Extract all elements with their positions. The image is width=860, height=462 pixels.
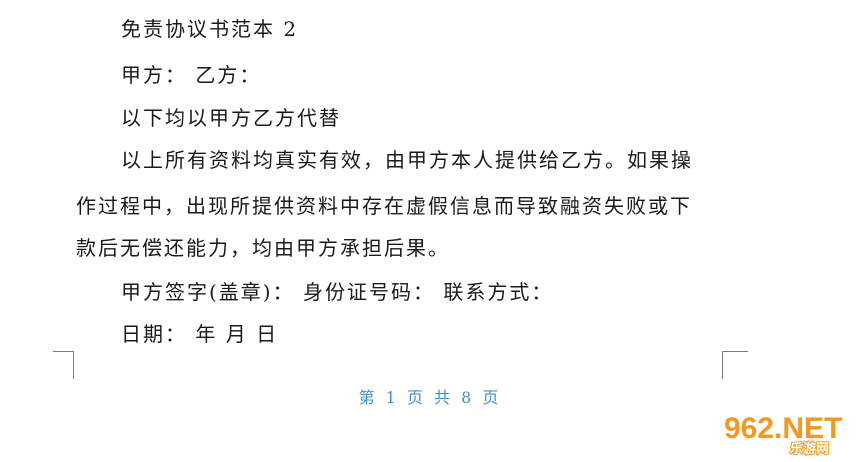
logo-sub-text: 乐游网: [790, 441, 829, 456]
page-footer: 第 1 页 共 8 页: [358, 388, 502, 407]
parties-line: 甲方： 乙方：: [121, 63, 262, 87]
substitution-line: 以下均以甲方乙方代替: [121, 106, 341, 130]
body-paragraph-line-1: 以上所有资料均真实有效，由甲方本人提供给乙方。如果操: [121, 148, 693, 172]
body-paragraph-line-3: 款后无偿还能力，均由甲方承担后果。: [76, 236, 450, 260]
crop-mark-left-vertical: [73, 351, 74, 379]
crop-mark-left-horizontal: [53, 351, 73, 352]
crop-mark-right-horizontal: [722, 351, 748, 352]
crop-mark-right-vertical: [722, 351, 723, 379]
document-page: 免责协议书范本 2 甲方： 乙方： 以下均以甲方乙方代替 以上所有资料均真实有效…: [0, 0, 860, 462]
body-paragraph-line-2: 作过程中，出现所提供资料中存在虚假信息而导致融资失败或下: [76, 194, 692, 218]
date-line: 日期： 年 月 日: [121, 322, 279, 346]
document-title: 免责协议书范本 2: [121, 17, 299, 41]
signature-line: 甲方签字(盖章)： 身份证号码： 联系方式：: [121, 280, 554, 304]
site-logo-watermark: 962.NET 乐游网: [724, 411, 843, 456]
